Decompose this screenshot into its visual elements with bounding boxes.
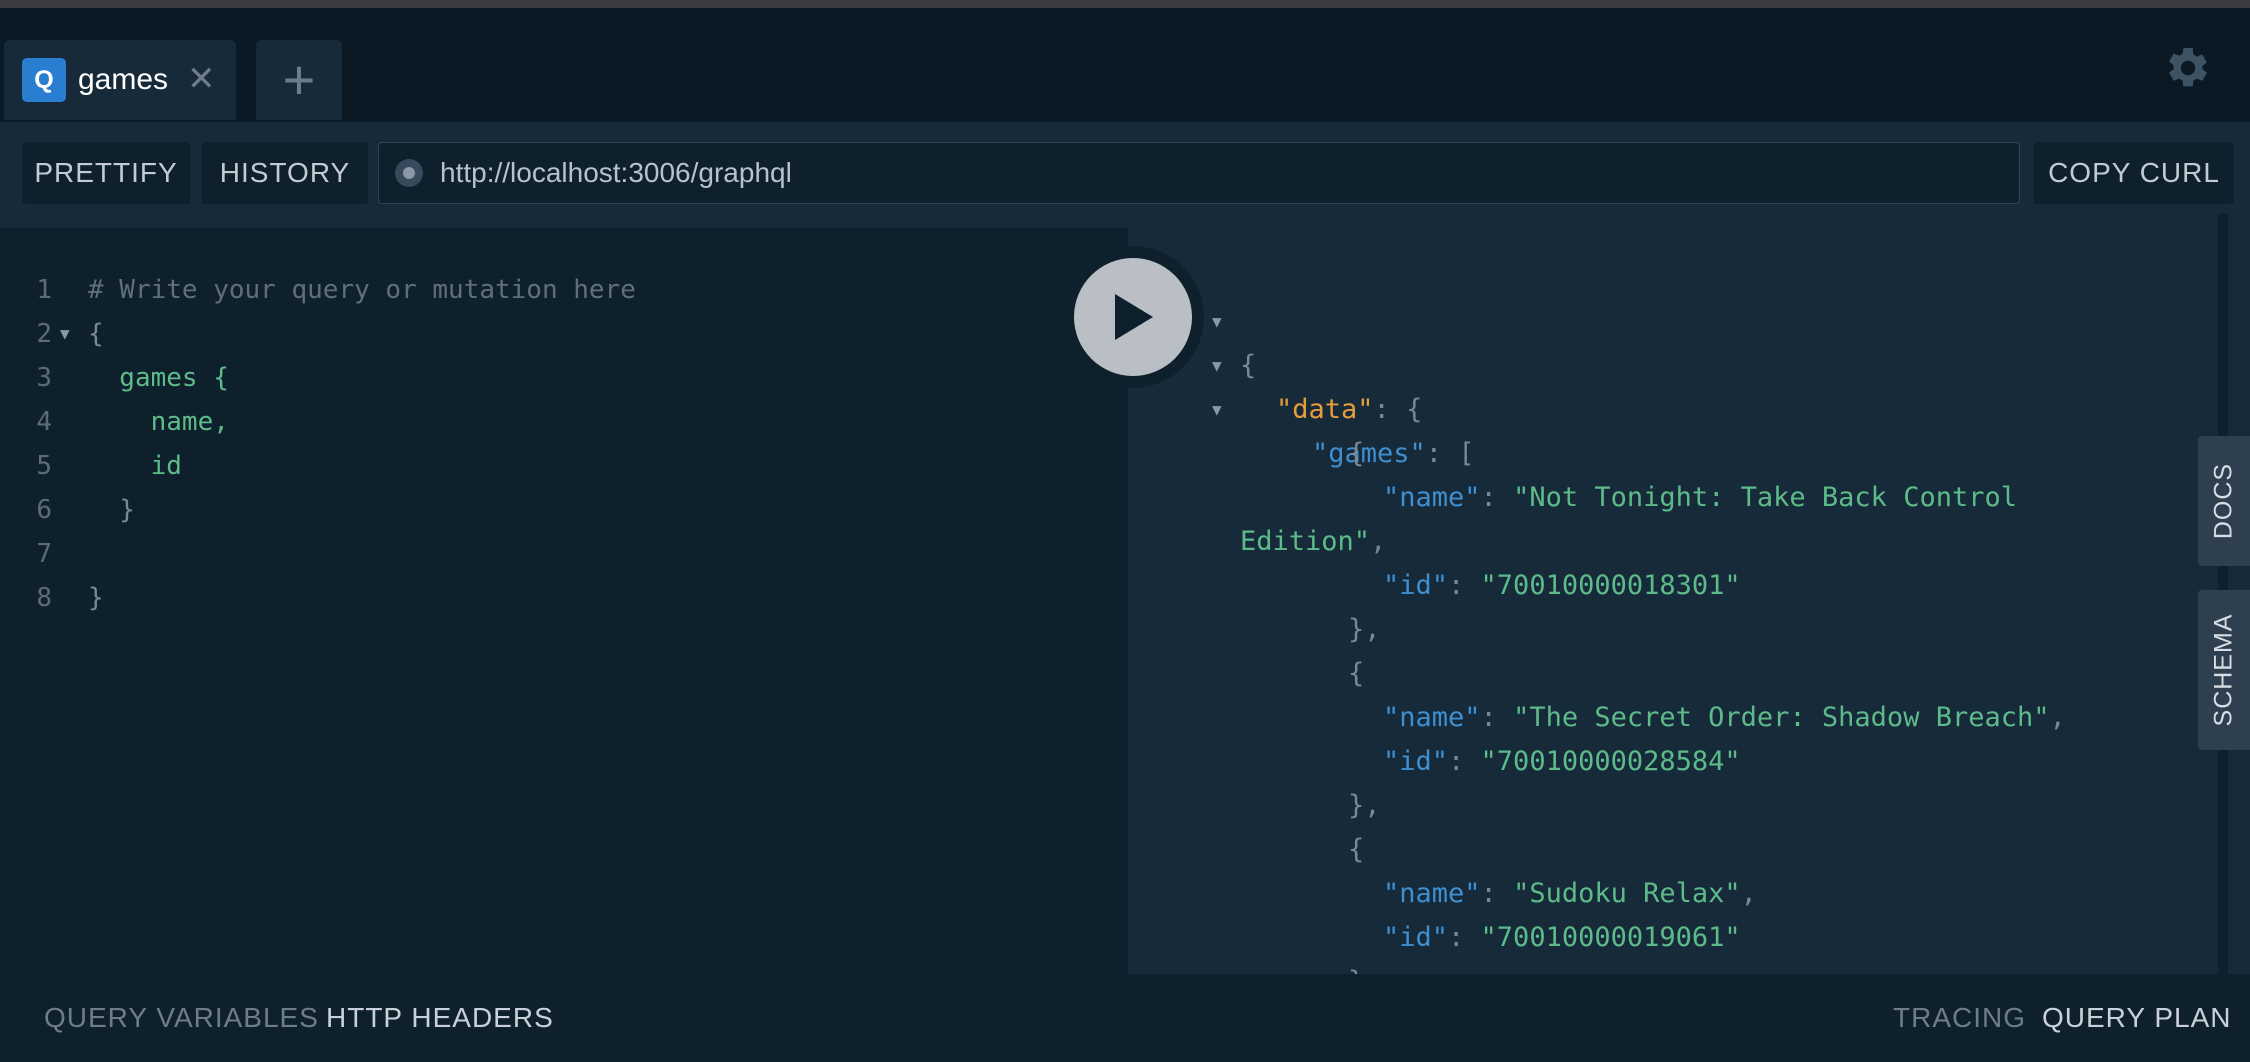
editor-line: 6 } [0, 488, 1128, 532]
copy-curl-button[interactable]: COPY CURL [2034, 142, 2234, 204]
graphql-playground: Q games ✕ + PRETTIFY HISTORY COPY CURL 1… [0, 0, 2250, 1062]
result-line: { [1128, 388, 2200, 469]
result-line: "name": "Sudoku Relax", [1128, 828, 2200, 909]
gear-icon[interactable] [2164, 44, 2212, 92]
result-line: ▼ "data": { [1128, 300, 2200, 425]
schema-tab-label: SCHEMA [2209, 613, 2238, 727]
line-number: 4 [36, 407, 52, 437]
query-variables-tab[interactable]: QUERY VARIABLES [44, 998, 319, 1038]
add-tab-button[interactable]: + [256, 40, 342, 120]
endpoint-url-input[interactable] [440, 143, 1990, 203]
close-icon[interactable]: ✕ [187, 58, 216, 100]
history-button[interactable]: HISTORY [202, 142, 368, 204]
prettify-button[interactable]: PRETTIFY [22, 142, 190, 204]
result-line: { [1128, 960, 2200, 974]
docs-tab[interactable]: DOCS [2198, 436, 2250, 566]
line-number: 7 [36, 539, 52, 569]
result-line: "id": "70010000028584" [1128, 696, 2200, 777]
result-line: Edition", [1128, 476, 2200, 557]
query-editor[interactable]: 1 # Write your query or mutation here 2 … [0, 228, 1128, 974]
editor-line: 7 [0, 532, 1128, 576]
fold-arrow-icon[interactable]: ▼ [60, 312, 70, 356]
window-top-strip [0, 0, 2250, 8]
result-line: }, [1128, 564, 2200, 645]
result-line: "id": "70010000019061" [1128, 872, 2200, 953]
result-line: }, [1128, 740, 2200, 821]
docs-tab-label: DOCS [2209, 462, 2238, 540]
editor-line: 3 games { [0, 356, 1128, 400]
toolbar: PRETTIFY HISTORY COPY CURL [0, 122, 2250, 228]
code-text: # Write your query or mutation here [88, 275, 636, 305]
editor-line: 2 ▼ { [0, 312, 1128, 356]
editor-line: 1 # Write your query or mutation here [0, 268, 1128, 312]
connection-status-icon [395, 159, 423, 187]
tab-label: games [78, 63, 169, 96]
editor-line: 5 id [0, 444, 1128, 488]
result-line: "name": "The Secret Order: Shadow Breach… [1128, 652, 2200, 733]
endpoint-url-bar [378, 142, 2020, 204]
http-headers-tab[interactable]: HTTP HEADERS [326, 998, 554, 1038]
line-number: 1 [36, 275, 52, 305]
schema-tab[interactable]: SCHEMA [2198, 590, 2250, 750]
code-text: name, [88, 407, 229, 437]
run-query-button[interactable] [1074, 258, 1192, 376]
code-text: id [88, 451, 182, 481]
line-number: 5 [36, 451, 52, 481]
line-number: 2 [36, 319, 52, 349]
tracing-tab[interactable]: TRACING [1893, 998, 2026, 1038]
bottom-panel-bar: QUERY VARIABLES HTTP HEADERS TRACING QUE… [0, 974, 2250, 1062]
result-line: { [1128, 784, 2200, 865]
editor-line: 4 name, [0, 400, 1128, 444]
play-icon [1115, 294, 1153, 340]
code-text: } [88, 583, 104, 613]
editor-line: 8 } [0, 576, 1128, 620]
result-line: "name": "Not Tonight: Take Back Control [1128, 432, 2200, 513]
query-badge-icon: Q [22, 58, 66, 102]
result-line: ▼ "games": [ [1128, 344, 2200, 469]
result-line: }, [1128, 916, 2200, 974]
line-number: 6 [36, 495, 52, 525]
tab-games[interactable]: Q games ✕ [4, 40, 236, 120]
result-line: ▼ { [1128, 256, 2200, 381]
code-text: games { [88, 363, 229, 393]
query-plan-tab[interactable]: QUERY PLAN [2042, 998, 2231, 1038]
result-line: { [1128, 608, 2200, 689]
code-text: } [88, 495, 135, 525]
result-line: "id": "70010000018301" [1128, 520, 2200, 601]
result-panel[interactable]: ▼ { ▼ "data": { ▼ "games": [ { "name": "… [1128, 228, 2200, 974]
code-text: { [88, 319, 104, 349]
line-number: 3 [36, 363, 52, 393]
line-number: 8 [36, 583, 52, 613]
tab-bar: Q games ✕ + [0, 8, 2250, 122]
